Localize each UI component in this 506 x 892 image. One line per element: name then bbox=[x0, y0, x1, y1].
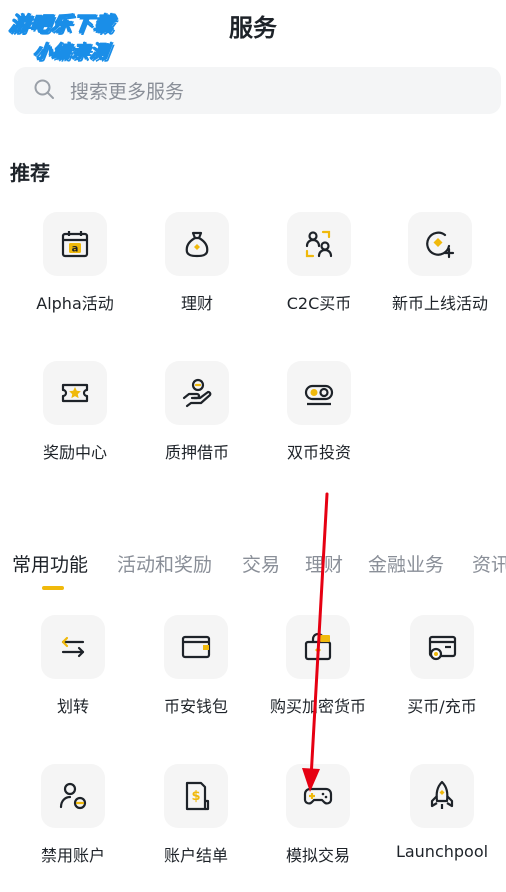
buy-crypto-bag-icon bbox=[286, 615, 350, 679]
statement-icon: $ bbox=[164, 764, 228, 828]
alpha-calendar-icon: a bbox=[43, 212, 107, 276]
feature-transfer[interactable]: 划转 bbox=[8, 615, 138, 717]
feature-label: 禁用账户 bbox=[40, 846, 105, 865]
feature-label: 模拟交易 bbox=[285, 846, 350, 865]
feature-buy-crypto[interactable]: 购买加密货币 bbox=[253, 615, 383, 717]
gamepad-icon bbox=[286, 764, 350, 828]
recommend-section-title: 推荐 bbox=[10, 161, 50, 185]
disable-account-icon bbox=[41, 764, 105, 828]
feature-binance-wallet[interactable]: 币安钱包 bbox=[131, 615, 261, 717]
service-dual-investment[interactable]: 双币投资 bbox=[254, 361, 384, 463]
svg-text:a: a bbox=[72, 244, 79, 255]
feature-label: 币安钱包 bbox=[163, 697, 228, 716]
service-label: 新币上线活动 bbox=[391, 294, 488, 313]
service-label: 理财 bbox=[180, 294, 213, 313]
search-bar[interactable]: 搜索更多服务 bbox=[14, 67, 501, 114]
tab-financial-business[interactable]: 金融业务 bbox=[368, 550, 444, 577]
category-tabs: 常用功能 活动和奖励 交易 理财 金融业务 资讯 bbox=[12, 550, 506, 594]
service-label: 双币投资 bbox=[286, 443, 351, 462]
search-input[interactable]: 搜索更多服务 bbox=[70, 77, 184, 104]
tab-activities-rewards[interactable]: 活动和奖励 bbox=[117, 550, 212, 577]
service-new-coin-listing[interactable]: 新币上线活动 bbox=[375, 212, 505, 314]
tab-news[interactable]: 资讯 bbox=[472, 550, 506, 577]
svg-text:$: $ bbox=[191, 789, 200, 804]
tab-wealth[interactable]: 理财 bbox=[305, 550, 343, 577]
hand-coin-icon bbox=[165, 361, 229, 425]
feature-label: Launchpool bbox=[395, 842, 489, 861]
feature-label: 买币/充币 bbox=[407, 697, 477, 716]
service-label: 质押借币 bbox=[164, 443, 229, 462]
feature-demo-trading[interactable]: 模拟交易 bbox=[253, 764, 383, 866]
feature-disable-account[interactable]: 禁用账户 bbox=[8, 764, 138, 866]
service-c2c-buy[interactable]: C2C买币 bbox=[254, 212, 384, 314]
card-coin-icon bbox=[410, 615, 474, 679]
money-bag-icon bbox=[165, 212, 229, 276]
feature-buy-deposit[interactable]: 买币/充币 bbox=[377, 615, 506, 717]
active-tab-indicator bbox=[42, 586, 64, 590]
users-exchange-icon bbox=[287, 212, 351, 276]
search-icon bbox=[32, 77, 56, 105]
service-wealth[interactable]: 理财 bbox=[132, 212, 262, 314]
feature-label: 购买加密货币 bbox=[269, 697, 366, 716]
feature-account-statement[interactable]: $ 账户结单 bbox=[131, 764, 261, 866]
rocket-icon bbox=[410, 764, 474, 828]
service-label: Alpha活动 bbox=[36, 294, 114, 313]
new-coin-icon bbox=[408, 212, 472, 276]
wallet-icon bbox=[164, 615, 228, 679]
service-alpha-activity[interactable]: a Alpha活动 bbox=[10, 212, 140, 314]
service-label: C2C买币 bbox=[286, 294, 352, 313]
feature-label: 划转 bbox=[56, 697, 89, 716]
feature-launchpool[interactable]: Launchpool bbox=[377, 764, 506, 861]
page-title: 服务 bbox=[229, 14, 277, 42]
service-collateral-loan[interactable]: 质押借币 bbox=[132, 361, 262, 463]
service-label: 奖励中心 bbox=[42, 443, 107, 462]
ticket-star-icon bbox=[43, 361, 107, 425]
tab-common-functions[interactable]: 常用功能 bbox=[12, 550, 88, 577]
transfer-arrows-icon bbox=[41, 615, 105, 679]
service-reward-center[interactable]: 奖励中心 bbox=[10, 361, 140, 463]
dual-coin-icon bbox=[287, 361, 351, 425]
feature-label: 账户结单 bbox=[163, 846, 228, 865]
tab-trade[interactable]: 交易 bbox=[242, 550, 280, 577]
